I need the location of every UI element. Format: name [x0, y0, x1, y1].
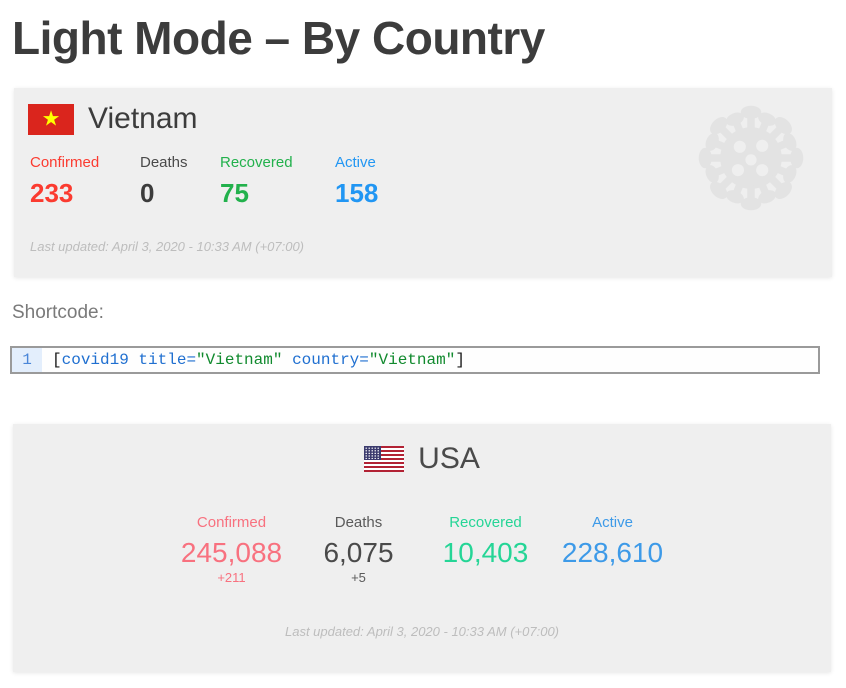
code-line-content[interactable]: [covid19 title="Vietnam" country="Vietna… — [42, 348, 465, 372]
last-updated-text: Last updated: April 3, 2020 - 10:33 AM (… — [284, 624, 559, 639]
country-name: Vietnam — [88, 102, 198, 135]
code-token-open-bracket: [ — [52, 351, 62, 369]
stat-delta: +211 — [217, 570, 246, 585]
stat-label: Confirmed — [30, 154, 100, 171]
stat-value: 75 — [220, 178, 249, 208]
page-title: Light Mode – By Country — [12, 12, 545, 64]
stat-delta: +5 — [351, 570, 366, 585]
stat-value: 228,610 — [561, 537, 664, 568]
coronavirus-icon — [698, 105, 804, 211]
stat-value: 245,088 — [180, 537, 283, 568]
stat-value: 158 — [335, 178, 379, 208]
usa-flag-icon — [364, 446, 405, 472]
stat-label: Active — [335, 154, 376, 171]
stat-deaths: Deaths 6,075 +5 — [295, 514, 422, 586]
stat-value: 0 — [140, 178, 155, 208]
stat-value: 233 — [30, 178, 74, 208]
stats-row-usa: Confirmed 245,088 +211 Deaths 6,075 +5 R… — [13, 514, 831, 586]
page-root: Light Mode – By Country ★ Vietnam Confir… — [0, 0, 846, 688]
flag-star-glyph: ★ — [41, 107, 61, 131]
stat-active: Active 228,610 — [549, 514, 676, 586]
stat-active: Active 158 — [333, 154, 428, 210]
stats-row-vietnam: Confirmed 233 Deaths 0 Recovered 75 Acti… — [28, 154, 428, 210]
country-card-vietnam: ★ Vietnam Confirmed 233 Deaths 0 Recover… — [14, 88, 832, 277]
country-name: USA — [418, 442, 480, 475]
code-token-value-country: "Vietnam" — [368, 351, 456, 369]
stat-recovered: Recovered 10,403 — [422, 514, 549, 586]
last-updated-text: Last updated: April 3, 2020 - 10:33 AM (… — [30, 239, 305, 254]
stat-value: 6,075 — [323, 537, 394, 568]
stat-confirmed: Confirmed 233 — [28, 154, 138, 210]
stat-value: 10,403 — [442, 537, 529, 568]
stat-label: Confirmed — [196, 514, 267, 531]
stat-label: Active — [592, 514, 633, 531]
stat-deaths: Deaths 0 — [138, 154, 218, 210]
country-heading-usa: USA — [13, 442, 831, 476]
code-token-value-title: "Vietnam" — [196, 351, 283, 369]
code-token-attr-title: title= — [128, 351, 197, 369]
shortcode-box[interactable]: 1 [covid19 title="Vietnam" country="Viet… — [10, 346, 820, 374]
code-token-tag: covid19 — [61, 351, 129, 369]
flag-canton — [364, 446, 382, 460]
stat-recovered: Recovered 75 — [218, 154, 333, 210]
stat-confirmed: Confirmed 245,088 +211 — [168, 514, 295, 586]
vietnam-flag-icon: ★ — [28, 103, 74, 135]
code-token-close-bracket: ] — [455, 351, 465, 369]
country-card-usa: USA Confirmed 245,088 +211 Deaths 6,075 … — [13, 424, 831, 672]
stat-label: Recovered — [449, 514, 522, 531]
stat-label: Deaths — [334, 514, 383, 531]
shortcode-label: Shortcode: — [12, 302, 104, 323]
country-heading-vietnam: ★ Vietnam — [28, 102, 198, 136]
stat-label: Recovered — [220, 154, 293, 171]
code-line-number: 1 — [12, 348, 42, 372]
code-token-attr-country: country= — [282, 351, 369, 369]
stat-label: Deaths — [140, 154, 188, 171]
